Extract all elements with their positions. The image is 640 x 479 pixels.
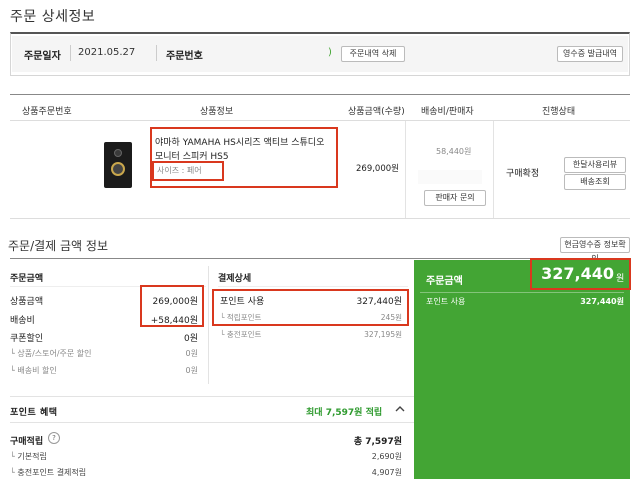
payment-detail-title: 결제상세 — [218, 274, 252, 284]
summary-point-label: 포인트 사용 — [426, 297, 466, 306]
payment-section-title: 주문/결제 금액 정보 — [8, 239, 108, 253]
order-number-paren: ) — [328, 47, 332, 58]
store-discount-value: 0원 — [185, 349, 198, 358]
charge-point-label: └ 충전포인트 — [220, 330, 262, 339]
product-option: 사이즈 : 페어 — [157, 166, 202, 175]
basic-accum-label: └ 기본적립 — [10, 452, 47, 461]
order-amount-title: 주문금액 — [10, 274, 44, 284]
store-discount-label: └ 상품/스토어/주문 할인 — [10, 349, 92, 358]
cash-receipt-button[interactable]: 현금영수증 정보확인 — [560, 237, 630, 263]
header-price: 상품금액(수량) — [348, 107, 405, 117]
product-price: 269,000원 — [356, 164, 399, 174]
speaker-tweeter — [114, 149, 122, 157]
point-use-label: 포인트 사용 — [220, 297, 265, 307]
charge-accum-value: 4,907원 — [371, 468, 402, 477]
header-divider — [10, 120, 630, 121]
seller-inquiry-button[interactable]: 판매자 문의 — [424, 190, 486, 206]
goods-amount-label: 상품금액 — [10, 297, 44, 307]
charge-point-value: 327,195원 — [364, 330, 402, 339]
row-divider — [10, 218, 630, 219]
review-button[interactable]: 한달사용리뷰 — [564, 157, 626, 173]
coupon-value: 0원 — [183, 334, 198, 344]
column-divider — [493, 121, 494, 218]
divider — [10, 422, 414, 423]
order-date-label: 주문일자 — [24, 51, 61, 62]
divider — [70, 45, 71, 61]
page-title: 주문 상세정보 — [10, 9, 96, 25]
column-divider — [208, 266, 209, 384]
summary-total: 327,440 — [541, 264, 614, 283]
order-status: 구매확정 — [506, 169, 540, 179]
order-date-value: 2021.05.27 — [78, 47, 136, 58]
charge-accum-label: └ 충전포인트 결제적립 — [10, 468, 87, 477]
summary-title: 주문금액 — [426, 276, 463, 287]
receipt-history-button[interactable]: 영수증 발급내역 — [557, 46, 623, 62]
accum-point-label: └ 적립포인트 — [220, 313, 262, 322]
benefit-max: 최대 7,597원 적립 — [306, 408, 383, 418]
point-use-value: 327,440원 — [356, 297, 403, 307]
header-product-info: 상품정보 — [200, 107, 234, 117]
divider — [156, 45, 157, 61]
shipping-discount-label: └ 배송비 할인 — [10, 366, 57, 375]
divider — [218, 286, 408, 287]
column-divider — [405, 121, 406, 218]
header-order-number: 상품주문번호 — [22, 107, 72, 117]
seller-name-blur — [418, 170, 482, 184]
table-top-border — [10, 94, 630, 95]
basic-accum-value: 2,690원 — [371, 452, 402, 461]
coupon-label: 쿠폰할인 — [10, 334, 44, 344]
shipping-fee: 58,440원 — [436, 147, 472, 156]
collapse-chevron-icon[interactable] — [394, 403, 406, 415]
goods-amount-value: 269,000원 — [152, 297, 199, 307]
shipping-discount-value: 0원 — [185, 366, 198, 375]
header-shipping: 배송비/판매자 — [421, 107, 474, 117]
delete-order-button[interactable]: 주문내역 삭제 — [341, 46, 405, 62]
product-name-line1[interactable]: 야마하 YAMAHA HS시리즈 액티브 스튜디오 — [155, 135, 324, 148]
speaker-woofer — [111, 162, 125, 176]
benefit-title: 포인트 혜택 — [10, 408, 58, 418]
shipping-value: +58,440원 — [150, 316, 198, 326]
divider — [10, 396, 414, 397]
purchase-accum-label: 구매적립 — [10, 437, 44, 447]
summary-won: 원 — [616, 274, 625, 284]
purchase-accum-total: 총 7,597원 — [353, 437, 402, 447]
help-icon[interactable]: ? — [48, 432, 60, 444]
order-number-label: 주문번호 — [166, 51, 203, 62]
summary-point-value: 327,440원 — [580, 297, 624, 306]
shipping-label: 배송비 — [10, 316, 35, 326]
header-status: 진행상태 — [542, 107, 576, 117]
accum-point-value: 245원 — [380, 313, 402, 322]
tracking-button[interactable]: 배송조회 — [564, 174, 626, 190]
divider — [420, 292, 624, 293]
